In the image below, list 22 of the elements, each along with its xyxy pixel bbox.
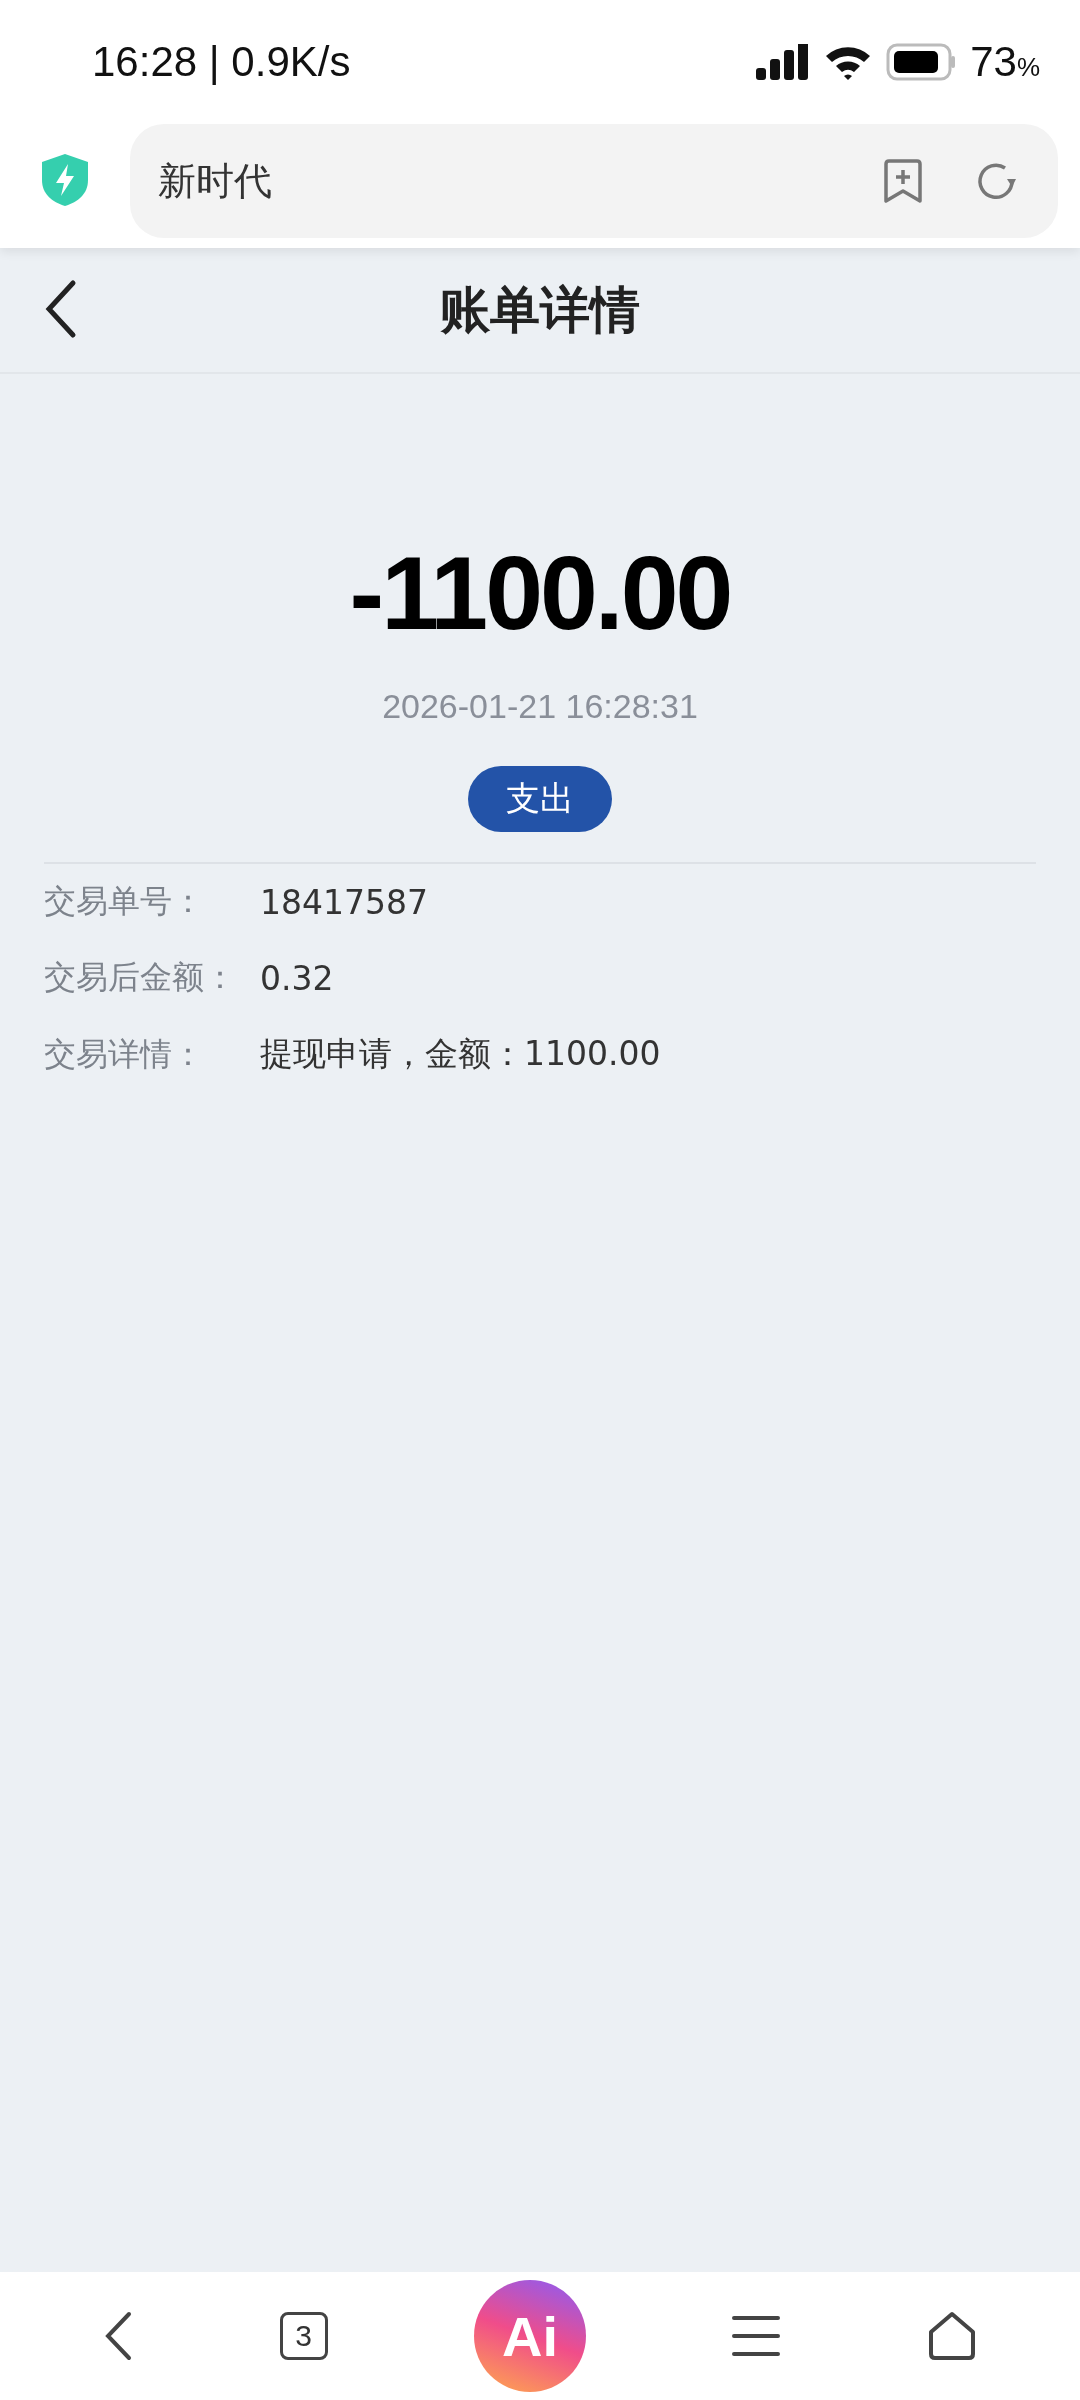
battery-percent: 73% — [970, 38, 1040, 86]
detail-value: 提现申请，金额：1100.00 — [260, 1033, 661, 1075]
address-bar[interactable]: 新时代 — [130, 124, 1058, 238]
transaction-datetime: 2026-01-21 16:28:31 — [382, 687, 698, 726]
page-title: 账单详情 — [440, 279, 640, 341]
home-icon[interactable] — [926, 2310, 977, 2362]
signal-icon — [756, 44, 811, 80]
menu-icon[interactable] — [732, 2314, 781, 2358]
battery-icon — [886, 43, 957, 81]
detail-label: 交易后金额： — [44, 957, 237, 998]
back-icon[interactable] — [103, 2311, 134, 2361]
tabs-button[interactable]: 3 — [279, 2312, 328, 2360]
detail-value: 18417587 — [260, 882, 428, 922]
detail-label: 交易详情： — [44, 1033, 205, 1075]
amount: -1100.00 — [349, 534, 731, 653]
address-text: 新时代 — [158, 157, 273, 205]
detail-value: 0.32 — [260, 958, 334, 998]
wifi-icon — [824, 44, 873, 80]
status-time: 16:28 | 0.9K/s — [92, 38, 351, 86]
type-badge: 支出 — [468, 766, 612, 832]
detail-label: 交易单号： — [44, 881, 205, 922]
bookmark-add-icon[interactable] — [882, 158, 924, 204]
